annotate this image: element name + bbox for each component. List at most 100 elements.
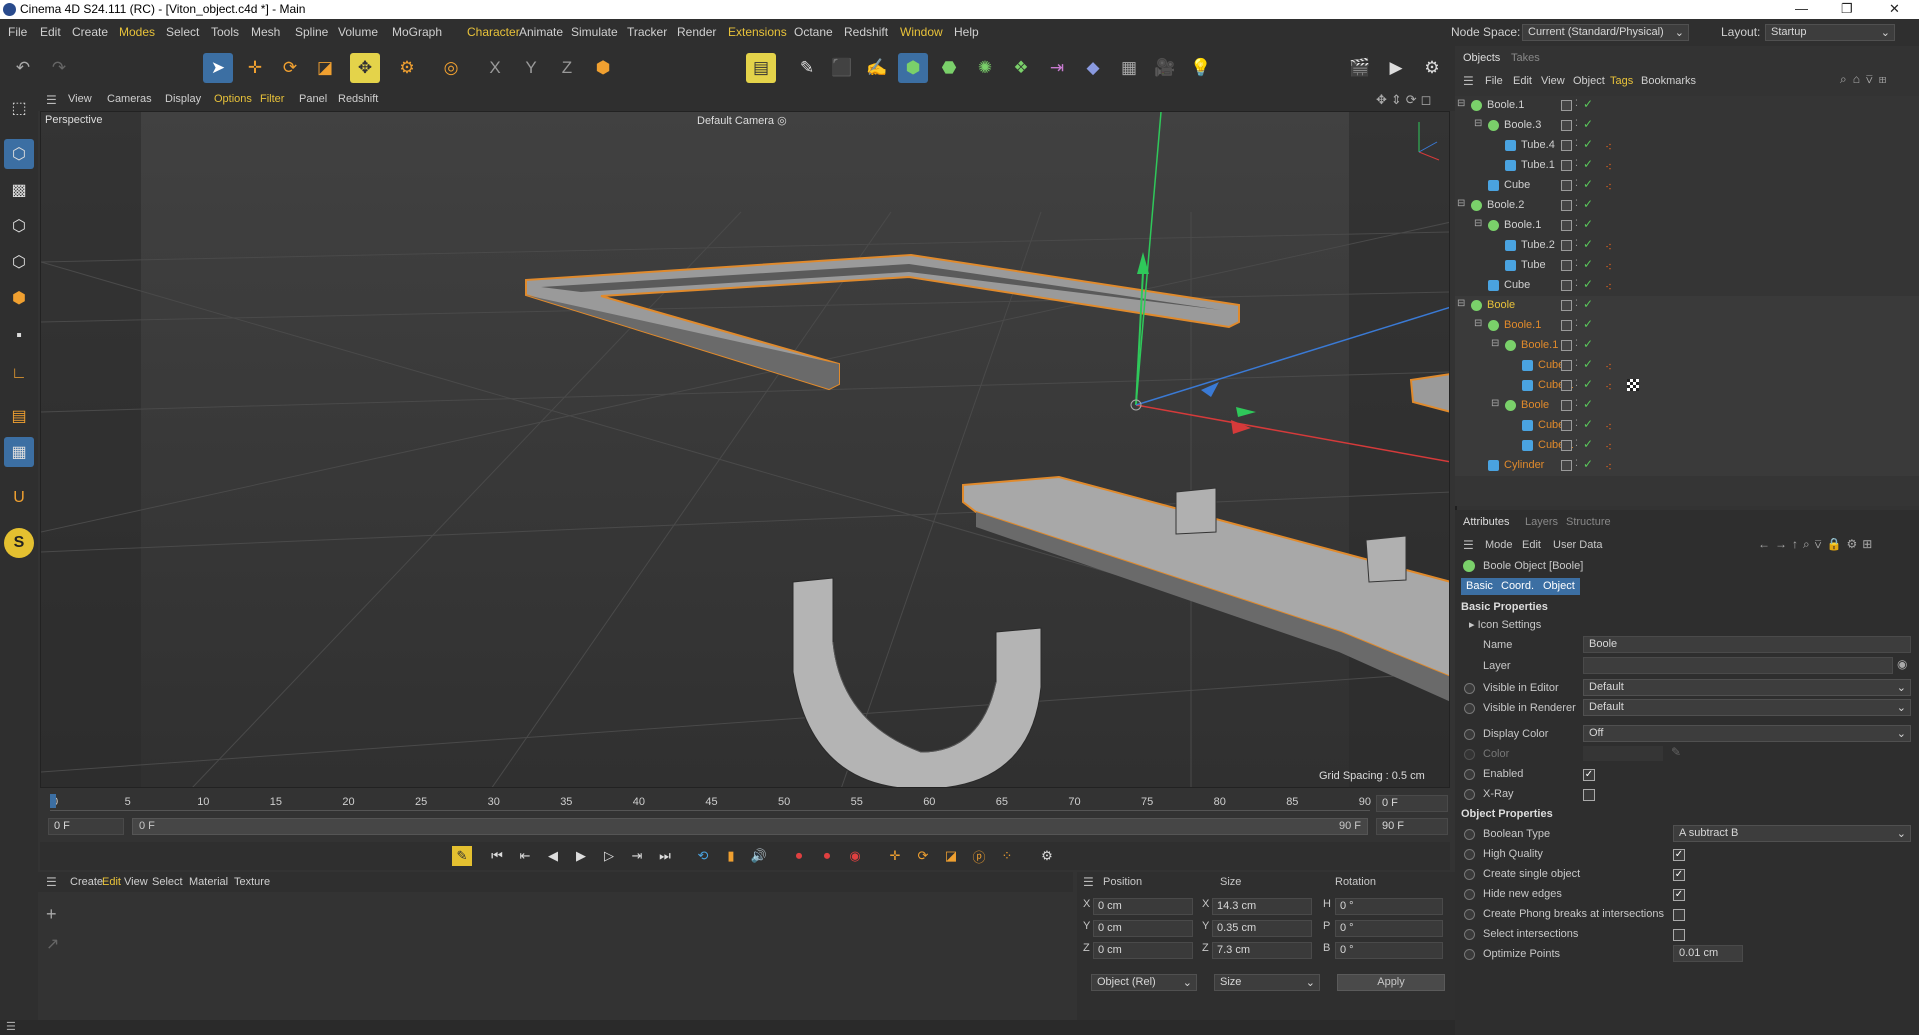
hamburger-icon[interactable]: ☰ — [1083, 875, 1094, 889]
position-field[interactable]: 0 cm — [1093, 942, 1193, 959]
menu-help[interactable]: Help — [954, 25, 979, 39]
viewport-menu-panel[interactable]: Panel — [299, 93, 327, 105]
layer-checkbox[interactable] — [1561, 360, 1572, 371]
x-axis-lock-icon[interactable]: X — [480, 53, 510, 83]
render-region-icon[interactable]: ▤ — [746, 53, 776, 83]
visibility-dots-icon[interactable]: ⁚ — [1575, 358, 1578, 369]
coordinate-mode-dropdown[interactable]: Object (Rel) ⌄ — [1091, 974, 1197, 991]
phong-checkbox[interactable] — [1673, 909, 1685, 921]
phong-tag-icon[interactable]: ⁖ — [1605, 160, 1617, 174]
visible-renderer-dropdown[interactable]: Default ⌄ — [1583, 699, 1911, 716]
texture-mode-icon[interactable]: ▩ — [4, 175, 34, 205]
render-to-picture-viewer-icon[interactable]: ▶ — [1381, 53, 1411, 83]
tab-takes[interactable]: Takes — [1511, 52, 1540, 64]
enabled-check-icon[interactable]: ✓ — [1583, 97, 1593, 111]
object-row[interactable]: Cube ⁚ ✓ ⁖ — [1455, 176, 1919, 196]
z-axis-lock-icon[interactable]: Z — [552, 53, 582, 83]
layer-checkbox[interactable] — [1561, 380, 1572, 391]
go-to-end-icon[interactable]: ⏭ — [655, 846, 675, 866]
boolean-type-dropdown[interactable]: A subtract B ⌄ — [1673, 825, 1911, 842]
object-row[interactable]: ⊟ Boole.1 ⁚ ✓ — [1455, 216, 1919, 236]
next-key-icon[interactable]: ⇥ — [627, 846, 647, 866]
phong-tag-icon[interactable]: ⁖ — [1605, 360, 1617, 374]
live-selection-icon[interactable]: ➤ — [203, 53, 233, 83]
attr-menu-edit[interactable]: Edit — [1522, 539, 1541, 551]
expand-toggle-icon[interactable]: ⊟ — [1457, 298, 1465, 309]
edit-material-icon[interactable]: ↗ — [46, 934, 59, 954]
sound-icon[interactable]: 🔊 — [749, 846, 769, 866]
key-position-icon[interactable]: ✛ — [885, 846, 905, 866]
pen-spline-icon[interactable]: ✎ — [792, 53, 822, 83]
object-name[interactable]: Tube.4 — [1521, 139, 1555, 151]
visibility-dots-icon[interactable]: ⁚ — [1575, 138, 1578, 149]
layer-checkbox[interactable] — [1561, 300, 1572, 311]
marker-icon[interactable]: ▮ — [721, 846, 741, 866]
object-row[interactable]: ⊟ Boole.2 ⁚ ✓ — [1455, 196, 1919, 216]
position-field[interactable]: 0 cm — [1093, 898, 1193, 915]
phong-tag-icon[interactable]: ⁖ — [1605, 380, 1617, 394]
visibility-dots-icon[interactable]: ⁚ — [1575, 198, 1578, 209]
loop-icon[interactable]: ⟲ — [693, 846, 713, 866]
visibility-dots-icon[interactable]: ⁚ — [1575, 98, 1578, 109]
move-icon[interactable]: ✛ — [240, 53, 270, 83]
visibility-dots-icon[interactable]: ⁚ — [1575, 118, 1578, 129]
tab-structure[interactable]: Structure — [1566, 516, 1611, 528]
perspective-viewport[interactable]: Perspective Default Camera ◎ Grid Spacin… — [40, 111, 1450, 788]
floor-icon[interactable]: ▦ — [1114, 53, 1144, 83]
expand-toggle-icon[interactable]: ⊟ — [1491, 338, 1499, 349]
visibility-dots-icon[interactable]: ⁚ — [1575, 178, 1578, 189]
object-name[interactable]: Boole.3 — [1504, 119, 1541, 131]
object-name[interactable]: Cube — [1504, 179, 1530, 191]
tab-object[interactable]: Object — [1538, 578, 1580, 595]
model-mode-icon[interactable]: ⚙ — [392, 53, 422, 83]
axis-mode-icon[interactable]: ∟ — [4, 359, 34, 389]
object-row[interactable]: Cylinder ⁚ ✓ ⁖ — [1455, 456, 1919, 476]
enabled-check-icon[interactable]: ✓ — [1583, 377, 1593, 391]
optimize-anim-icon[interactable] — [1464, 949, 1475, 960]
object-name[interactable]: Boole.1 — [1504, 319, 1541, 331]
timeline[interactable]: 051015202530354045505560657075808590 0 F… — [40, 790, 1450, 842]
enabled-check-icon[interactable]: ✓ — [1583, 297, 1593, 311]
enabled-check-icon[interactable]: ✓ — [1583, 397, 1593, 411]
enabled-check-icon[interactable]: ✓ — [1583, 237, 1593, 251]
size-field[interactable]: 14.3 cm — [1212, 898, 1312, 915]
object-name[interactable]: Boole — [1487, 299, 1515, 311]
spline-tool-icon[interactable]: ✍ — [862, 53, 892, 83]
object-menu-tags[interactable]: Tags — [1610, 75, 1633, 87]
phong-anim-icon[interactable] — [1464, 909, 1475, 920]
create-single-checkbox[interactable]: ✓ — [1673, 869, 1685, 881]
uv-mode-icon[interactable]: ▪ — [4, 321, 34, 351]
enabled-check-icon[interactable]: ✓ — [1583, 457, 1593, 471]
visible-renderer-anim-icon[interactable] — [1464, 703, 1475, 714]
object-row[interactable]: Tube ⁚ ✓ ⁖ — [1455, 256, 1919, 276]
object-manager-tools-icons[interactable]: ⌕⌂⊽⊞ — [1840, 72, 1892, 87]
frame-range-bar[interactable]: 0 F 90 F — [132, 818, 1368, 835]
hamburger-icon[interactable]: ☰ — [6, 1020, 16, 1033]
layer-checkbox[interactable] — [1561, 160, 1572, 171]
layer-checkbox[interactable] — [1561, 420, 1572, 431]
snap-icon[interactable]: ◎ — [436, 53, 466, 83]
layer-field[interactable] — [1583, 657, 1893, 674]
hamburger-icon[interactable]: ☰ — [46, 875, 57, 889]
object-row[interactable]: Cube ⁚ ✓ ⁖ — [1455, 416, 1919, 436]
expand-toggle-icon[interactable]: ⊟ — [1474, 218, 1482, 229]
snap-grid-icon[interactable]: ▦ — [4, 437, 34, 467]
hamburger-icon[interactable]: ☰ — [46, 93, 57, 107]
key-param-icon[interactable]: ⓟ — [969, 846, 989, 866]
visible-editor-dropdown[interactable]: Default ⌄ — [1583, 679, 1911, 696]
menu-character[interactable]: Character — [467, 25, 520, 39]
visibility-dots-icon[interactable]: ⁚ — [1575, 278, 1578, 289]
enabled-check-icon[interactable]: ✓ — [1583, 177, 1593, 191]
go-to-start-icon[interactable]: ⏮ — [487, 846, 507, 866]
object-name[interactable]: Boole.1 — [1487, 99, 1524, 111]
object-row[interactable]: ⊟ Boole.1 ⁚ ✓ — [1455, 336, 1919, 356]
subdivision-icon[interactable]: ⬢ — [898, 53, 928, 83]
menu-mesh[interactable]: Mesh — [251, 25, 280, 39]
key-rotation-icon[interactable]: ⟳ — [913, 846, 933, 866]
select-intersections-anim-icon[interactable] — [1464, 929, 1475, 940]
hide-edges-checkbox[interactable]: ✓ — [1673, 889, 1685, 901]
enabled-check-icon[interactable]: ✓ — [1583, 217, 1593, 231]
object-menu-bookmarks[interactable]: Bookmarks — [1641, 75, 1696, 87]
layer-checkbox[interactable] — [1561, 260, 1572, 271]
layer-checkbox[interactable] — [1561, 140, 1572, 151]
